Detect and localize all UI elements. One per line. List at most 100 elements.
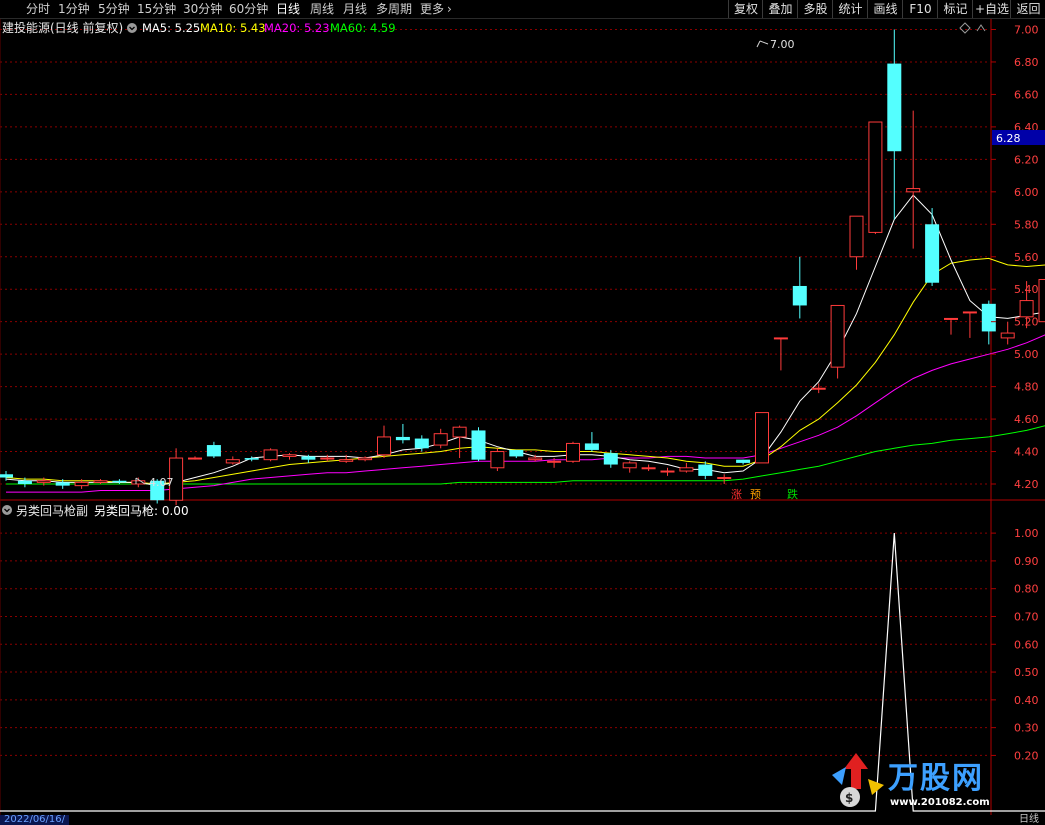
moving-average-lines bbox=[5, 194, 1045, 493]
high-marker: 7.00 bbox=[756, 38, 795, 51]
ma20-line bbox=[6, 334, 1045, 493]
candle bbox=[188, 456, 202, 460]
main-axis-tick-label: 6.60 bbox=[1014, 88, 1039, 101]
candle-body bbox=[206, 445, 221, 457]
candle bbox=[490, 448, 505, 472]
candle-body bbox=[622, 462, 637, 469]
toolbar-right-item-1[interactable]: 叠加 bbox=[762, 0, 798, 18]
toolbar-item-1[interactable]: 1分钟 bbox=[58, 1, 90, 17]
more-chevron-icon[interactable]: › bbox=[447, 1, 452, 17]
candle bbox=[887, 29, 902, 220]
toolbar-item-6[interactable]: 日线 bbox=[276, 1, 300, 17]
stock-title[interactable]: 建投能源(日线 前复权) bbox=[2, 20, 123, 35]
scroll-up-icon[interactable] bbox=[976, 24, 986, 32]
indicator-axis[interactable]: 1.000.900.800.700.600.500.400.300.20 bbox=[991, 527, 1039, 762]
signal-down: 跌 bbox=[787, 487, 798, 501]
candle bbox=[679, 462, 694, 473]
candle bbox=[641, 464, 656, 472]
indicator-title[interactable]: 另类回马枪副 bbox=[16, 503, 88, 518]
main-axis-tick-label: 4.60 bbox=[1014, 413, 1039, 426]
candle-body bbox=[509, 449, 524, 457]
candle-body bbox=[395, 436, 410, 441]
candle-body bbox=[887, 63, 902, 152]
candle bbox=[377, 425, 391, 459]
watermark-logo-icon: $ bbox=[832, 753, 884, 807]
sub-title-row: 另类回马枪副 另类回马枪: 0.00 bbox=[2, 503, 189, 518]
ma-settings-icon[interactable] bbox=[127, 23, 137, 33]
candle bbox=[830, 304, 845, 379]
ma20-label: MA20: 5.23 bbox=[264, 21, 330, 35]
toolbar-item-2[interactable]: 5分钟 bbox=[98, 1, 130, 17]
toolbar-right-item-6[interactable]: 标记 bbox=[937, 0, 973, 18]
toolbar-item-10[interactable]: 更多 bbox=[420, 1, 444, 17]
candle-body bbox=[471, 430, 486, 460]
candle-body bbox=[1000, 332, 1015, 339]
toolbar-item-8[interactable]: 月线 bbox=[343, 1, 367, 17]
candle bbox=[1000, 321, 1015, 345]
main-axis-tick-label: 5.20 bbox=[1014, 316, 1039, 329]
candle-body bbox=[414, 438, 429, 449]
candle-body bbox=[93, 480, 108, 483]
candle bbox=[433, 428, 448, 449]
candle bbox=[811, 383, 826, 394]
toolbar-item-3[interactable]: 15分钟 bbox=[137, 1, 176, 17]
candle-body bbox=[282, 454, 297, 457]
candle-body bbox=[1019, 300, 1034, 318]
ma10-line bbox=[5, 257, 1045, 485]
toolbar-right-item-4[interactable]: 画线 bbox=[867, 0, 903, 18]
main-axis-tick-label: 6.20 bbox=[1014, 153, 1039, 166]
start-date: 2022/06/16/ bbox=[0, 815, 70, 825]
toolbar-item-7[interactable]: 周线 bbox=[310, 1, 334, 17]
high-arrow-icon bbox=[756, 40, 769, 48]
sub-axis-tick-label: 0.70 bbox=[1014, 610, 1039, 623]
toolbar-item-0[interactable]: 分时 bbox=[26, 1, 50, 17]
indicator-settings-icon[interactable] bbox=[2, 505, 12, 515]
candle-body bbox=[225, 459, 240, 464]
period-toolbar: 分时 1分钟 5分钟 15分钟 30分钟 60分钟 日线 周线 月线 多周期 更多 › 复权 叠加 多股 统计… bbox=[0, 0, 1045, 19]
candle bbox=[509, 449, 524, 459]
candle bbox=[93, 479, 108, 485]
candle-body bbox=[188, 457, 202, 460]
candle bbox=[452, 425, 467, 459]
candle bbox=[395, 423, 410, 444]
ma5-label: MA5: 5.25 bbox=[142, 21, 200, 35]
candle-body bbox=[301, 456, 316, 460]
ma5-line bbox=[5, 194, 1045, 487]
watermark-url: www.201082.com bbox=[890, 797, 990, 808]
toolbar-item-5[interactable]: 60分钟 bbox=[229, 1, 268, 17]
signal-predict: 预 bbox=[750, 488, 761, 501]
diamond-icon[interactable] bbox=[959, 22, 971, 34]
toolbar-item-4[interactable]: 30分钟 bbox=[183, 1, 222, 17]
candle-body bbox=[263, 449, 278, 461]
main-price-axis[interactable]: 7.006.806.606.406.206.005.805.605.405.20… bbox=[991, 23, 1039, 491]
toolbar-right-item-7[interactable]: +自选 bbox=[972, 0, 1011, 18]
candle bbox=[849, 215, 864, 270]
candle-body bbox=[339, 459, 354, 462]
candle-body bbox=[679, 467, 694, 472]
watermark: $ 万股网 www.201082.com bbox=[828, 745, 1028, 815]
main-axis-tick-label: 4.20 bbox=[1014, 478, 1039, 491]
main-axis-tick-label: 4.80 bbox=[1014, 381, 1039, 394]
toolbar-right-item-5[interactable]: F10 bbox=[902, 0, 938, 18]
current-price-label: 6.28 bbox=[996, 132, 1021, 145]
candle bbox=[528, 454, 543, 462]
candle-body bbox=[962, 311, 977, 314]
toolbar-right-item-3[interactable]: 统计 bbox=[832, 0, 868, 18]
sub-axis-tick-label: 1.00 bbox=[1014, 527, 1039, 540]
toolbar-right-item-2[interactable]: 多股 bbox=[797, 0, 833, 18]
candle bbox=[736, 459, 751, 465]
candle-body bbox=[849, 215, 864, 258]
main-title-row: 建投能源(日线 前复权) MA5: 5.25 MA10: 5.43 MA20: … bbox=[2, 20, 986, 35]
candle-body bbox=[736, 459, 751, 463]
toolbar-right-item-0[interactable]: 复权 bbox=[728, 0, 763, 18]
toolbar-right-item-8[interactable]: 返回 bbox=[1010, 0, 1045, 18]
date-bar: 2022/06/16/ 日线 bbox=[0, 815, 1045, 825]
candle-body bbox=[528, 457, 543, 461]
toolbar-item-9[interactable]: 多周期 bbox=[376, 1, 412, 17]
ma60-label: MA60: 4.59 bbox=[330, 21, 396, 35]
sub-axis-tick-label: 0.90 bbox=[1014, 555, 1039, 568]
main-axis-tick-label: 5.80 bbox=[1014, 218, 1039, 231]
signal-row: 涨 预 跌 bbox=[731, 487, 798, 501]
period-label: 日线 bbox=[1019, 814, 1039, 825]
high-price-label: 7.00 bbox=[770, 38, 795, 51]
